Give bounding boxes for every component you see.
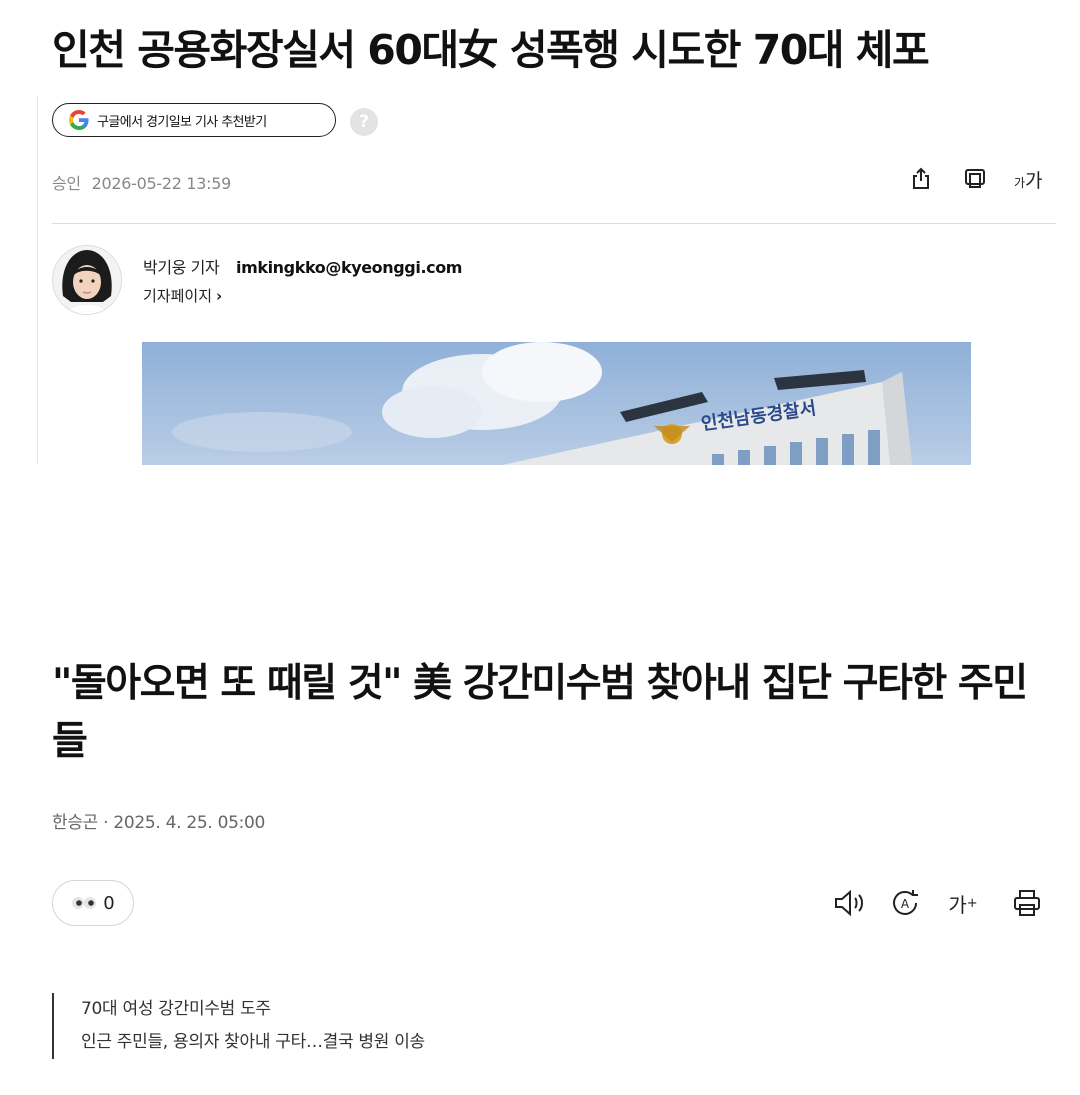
divider bbox=[52, 223, 1056, 224]
font-size-glyph: 가 bbox=[948, 892, 967, 917]
summary-line: 70대 여성 강간미수범 도주 bbox=[81, 999, 271, 1019]
font-size-plus: + bbox=[966, 895, 978, 911]
chevron-right-icon: › bbox=[216, 287, 223, 305]
speaker-icon[interactable] bbox=[832, 886, 866, 920]
author-page-link[interactable]: 기자페이지 › bbox=[143, 285, 222, 306]
font-size-icon[interactable]: 가가 bbox=[1014, 166, 1043, 193]
article-1-meta: 승인 2026-05-22 13:59 bbox=[52, 170, 231, 194]
share-icon[interactable] bbox=[906, 164, 936, 194]
google-recommend-button[interactable]: 구글에서 경기일보 기사 추천받기 bbox=[52, 103, 336, 137]
google-recommend-label: 구글에서 경기일보 기사 추천받기 bbox=[97, 114, 267, 130]
copy-icon[interactable] bbox=[960, 164, 990, 194]
author-line: 박기웅 기자 imkingkko@kyeonggi.com bbox=[143, 254, 462, 278]
summary-line: 인근 주민들, 용의자 찾아내 구타…결국 병원 이송 bbox=[81, 1032, 425, 1052]
translate-icon[interactable]: A bbox=[888, 886, 922, 920]
article-1-photo: 인천남동경찰서 bbox=[142, 342, 971, 465]
font-size-large: 가 bbox=[1025, 170, 1043, 192]
left-rule bbox=[37, 96, 38, 464]
article-2-byline: 한승곤 · 2025. 4. 25. 05:00 bbox=[52, 813, 266, 833]
font-size-small: 가 bbox=[1014, 176, 1026, 190]
google-g-icon bbox=[69, 110, 89, 130]
help-icon[interactable]: ? bbox=[350, 108, 378, 136]
article-1: 인천 공용화장실서 60대女 성폭행 시도한 70대 체포 구글에서 경기일보 … bbox=[0, 0, 1080, 465]
view-count-button[interactable]: 0 bbox=[52, 880, 134, 926]
eyes-icon bbox=[72, 897, 97, 909]
view-count: 0 bbox=[103, 892, 115, 914]
article-2-headline: "돌아오면 또 때릴 것" 美 강간미수범 찾아내 집단 구타한 주민들 bbox=[52, 661, 1028, 764]
publish-datetime: 2026-05-22 13:59 bbox=[91, 174, 232, 193]
article-2-summary: 70대 여성 강간미수범 도주 인근 주민들, 용의자 찾아내 구타…결국 병원… bbox=[52, 993, 425, 1059]
author-email[interactable]: imkingkko@kyeonggi.com bbox=[236, 258, 462, 277]
print-icon[interactable] bbox=[1010, 886, 1044, 920]
svg-text:A: A bbox=[901, 897, 910, 911]
article-1-headline: 인천 공용화장실서 60대女 성폭행 시도한 70대 체포 bbox=[52, 26, 930, 74]
font-size-button[interactable]: 가 + bbox=[946, 886, 980, 920]
author-page-label: 기자페이지 bbox=[143, 287, 213, 305]
author-name: 박기웅 기자 bbox=[143, 258, 220, 277]
approval-label: 승인 bbox=[52, 174, 81, 193]
author-avatar[interactable] bbox=[52, 245, 122, 315]
